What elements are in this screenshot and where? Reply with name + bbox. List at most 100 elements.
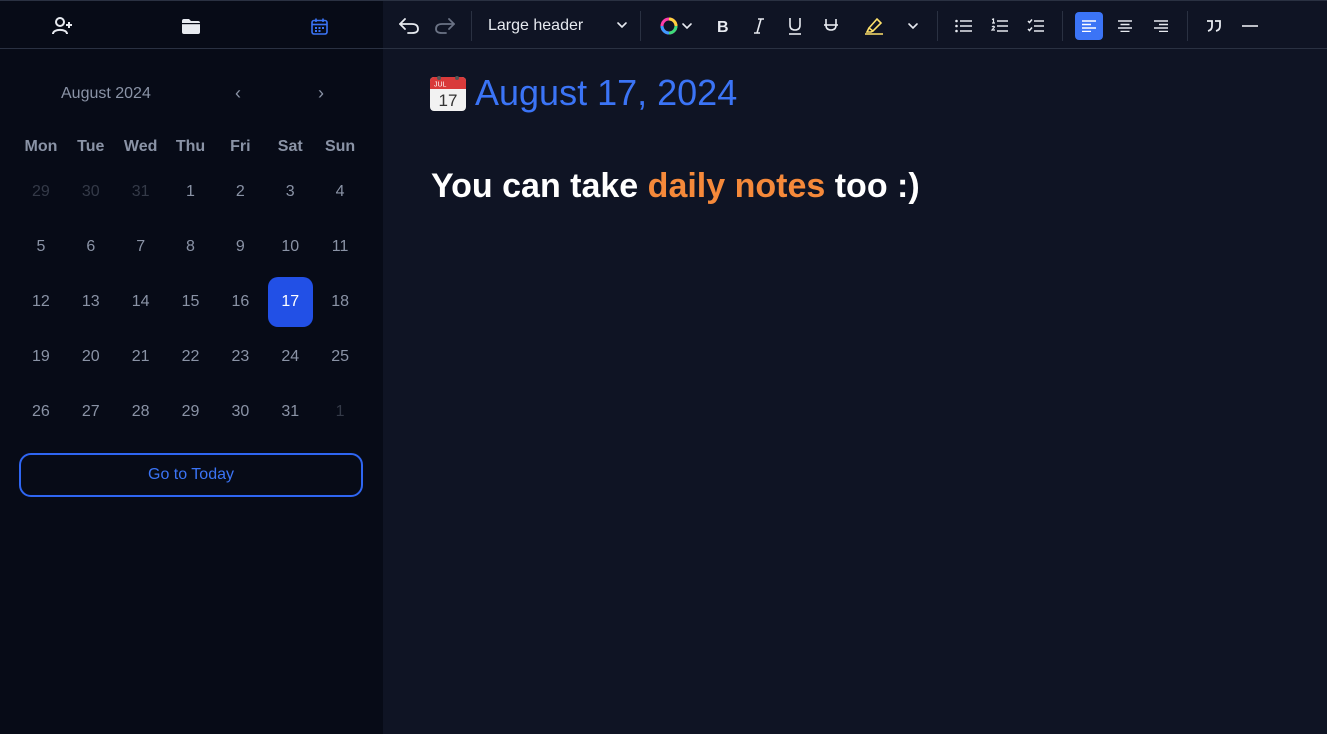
bullet-list-button[interactable] — [952, 12, 976, 40]
divider-button[interactable] — [1238, 12, 1262, 40]
calendar-day[interactable]: 29 — [166, 384, 216, 439]
highlight-dropdown[interactable] — [903, 12, 923, 40]
svg-text:B: B — [717, 19, 729, 34]
calendar-day[interactable]: 28 — [116, 384, 166, 439]
redo-button[interactable] — [433, 12, 457, 40]
calendar-day[interactable]: 22 — [166, 329, 216, 384]
person-add-icon — [52, 17, 72, 35]
bullet-list-icon — [955, 19, 972, 33]
checklist-button[interactable] — [1024, 12, 1048, 40]
calendar-day-number: 30 — [81, 182, 100, 200]
calendar-day[interactable]: 23 — [215, 329, 265, 384]
calendar-day-number: 26 — [32, 402, 50, 420]
weekday-label: Sun — [324, 138, 356, 155]
calendar-day[interactable]: 20 — [66, 329, 116, 384]
calendar-day[interactable]: 31 — [265, 384, 315, 439]
go-to-today-button[interactable]: Go to Today — [19, 453, 363, 497]
align-right-icon — [1154, 20, 1168, 32]
calendar-day[interactable]: 1 — [315, 384, 365, 439]
quote-button[interactable] — [1202, 12, 1226, 40]
align-right-button[interactable] — [1149, 12, 1173, 40]
undo-button[interactable] — [397, 12, 421, 40]
folder-icon — [182, 18, 200, 34]
calendar-day[interactable]: 1 — [166, 164, 216, 219]
italic-icon — [754, 18, 764, 34]
calendar-day[interactable]: 6 — [66, 219, 116, 274]
calendar-day[interactable]: 7 — [116, 219, 166, 274]
toolbar-divider — [1062, 11, 1063, 41]
calendar-day[interactable]: 18 — [315, 274, 365, 329]
calendar-day[interactable]: 9 — [215, 219, 265, 274]
calendar-day[interactable]: 16 — [215, 274, 265, 329]
text-color-button[interactable] — [655, 12, 697, 40]
calendar-day[interactable]: 10 — [265, 219, 315, 274]
weekday-label: Mon — [24, 138, 58, 155]
calendar-day-number: 7 — [136, 237, 146, 255]
numbered-list-button[interactable] — [988, 12, 1012, 40]
chevron-down-icon — [908, 23, 918, 30]
calendar-day[interactable]: 5 — [16, 219, 66, 274]
calendar-day-selected[interactable]: 17 — [265, 274, 315, 329]
prev-month-button[interactable]: ‹ — [226, 82, 250, 106]
note-text: too :) — [825, 167, 920, 205]
calendar-day[interactable]: 4 — [315, 164, 365, 219]
underline-button[interactable] — [783, 12, 807, 40]
calendar-day-number: 6 — [86, 237, 96, 255]
bold-icon: B — [717, 19, 729, 34]
calendar-day-number: 8 — [186, 237, 195, 255]
calendar-day-number: 24 — [281, 347, 300, 365]
calendar-tab[interactable] — [305, 13, 333, 39]
editor-toolbar: Large header B — [383, 0, 1327, 49]
underline-icon — [789, 18, 801, 35]
calendar-day-number: 19 — [32, 347, 50, 365]
calendar-day[interactable]: 14 — [116, 274, 166, 329]
calendar-day[interactable]: 30 — [215, 384, 265, 439]
calendar-day[interactable]: 3 — [265, 164, 315, 219]
calendar-day[interactable]: 8 — [166, 219, 216, 274]
app-window: August 2024 ‹ › Mon Tue Wed Thu Fri Sat … — [0, 0, 1327, 734]
files-tab[interactable] — [177, 13, 205, 39]
calendar-day-number: 29 — [32, 182, 50, 200]
italic-button[interactable] — [747, 12, 771, 40]
calendar-day[interactable]: 27 — [66, 384, 116, 439]
calendar-day-number: 1 — [335, 402, 345, 420]
calendar-day-number: 31 — [131, 182, 150, 200]
align-center-button[interactable] — [1113, 12, 1137, 40]
calendar-day[interactable]: 26 — [16, 384, 66, 439]
calendar-day[interactable]: 24 — [265, 329, 315, 384]
highlight-button[interactable] — [861, 12, 887, 40]
calendar-day-number: 1 — [186, 182, 195, 200]
note-title[interactable]: JUL 17 August 17, 2024 — [429, 71, 737, 115]
strikethrough-button[interactable] — [819, 12, 843, 40]
toolbar-divider — [937, 11, 938, 41]
editor-area[interactable]: JUL 17 August 17, 2024 You can take dail… — [383, 49, 1327, 734]
calendar-grid: Mon Tue Wed Thu Fri Sat Sun 29 30 31 1 2 3 4 5 6… — [16, 130, 366, 439]
calendar-day-number: 9 — [235, 237, 245, 255]
calendar-day[interactable]: 31 — [116, 164, 166, 219]
calendar-day-number: 21 — [131, 347, 150, 365]
calendar-day[interactable]: 2 — [215, 164, 265, 219]
toolbar-divider — [471, 11, 472, 41]
calendar-day[interactable]: 12 — [16, 274, 66, 329]
calendar-day[interactable]: 13 — [66, 274, 116, 329]
bold-button[interactable]: B — [711, 12, 735, 40]
calendar-day[interactable]: 30 — [66, 164, 116, 219]
calendar-days: 29 30 31 1 2 3 4 5 6 7 8 9 10 11 12 13 14 15 16 17 18 19 20 21 2… — [16, 164, 366, 439]
next-month-button[interactable]: › — [309, 82, 333, 106]
calendar-day[interactable]: 15 — [166, 274, 216, 329]
calendar-day-number: 15 — [181, 292, 200, 310]
calendar-day[interactable]: 25 — [315, 329, 365, 384]
block-type-select[interactable]: Large header — [488, 12, 628, 40]
calendar-day[interactable]: 29 — [16, 164, 66, 219]
align-left-icon — [1082, 20, 1096, 32]
calendar-day[interactable]: 21 — [116, 329, 166, 384]
calendar-day[interactable]: 19 — [16, 329, 66, 384]
calendar-day-number: 17 — [267, 276, 313, 327]
calendar-day-number: 14 — [131, 292, 150, 310]
contacts-tab[interactable] — [49, 13, 77, 39]
date-heading[interactable]: August 17, 2024 — [475, 72, 737, 114]
quote-icon — [1207, 20, 1221, 32]
calendar-day[interactable]: 11 — [315, 219, 365, 274]
align-left-button[interactable] — [1075, 12, 1103, 40]
note-heading[interactable]: You can take daily notes too :) — [431, 167, 920, 206]
